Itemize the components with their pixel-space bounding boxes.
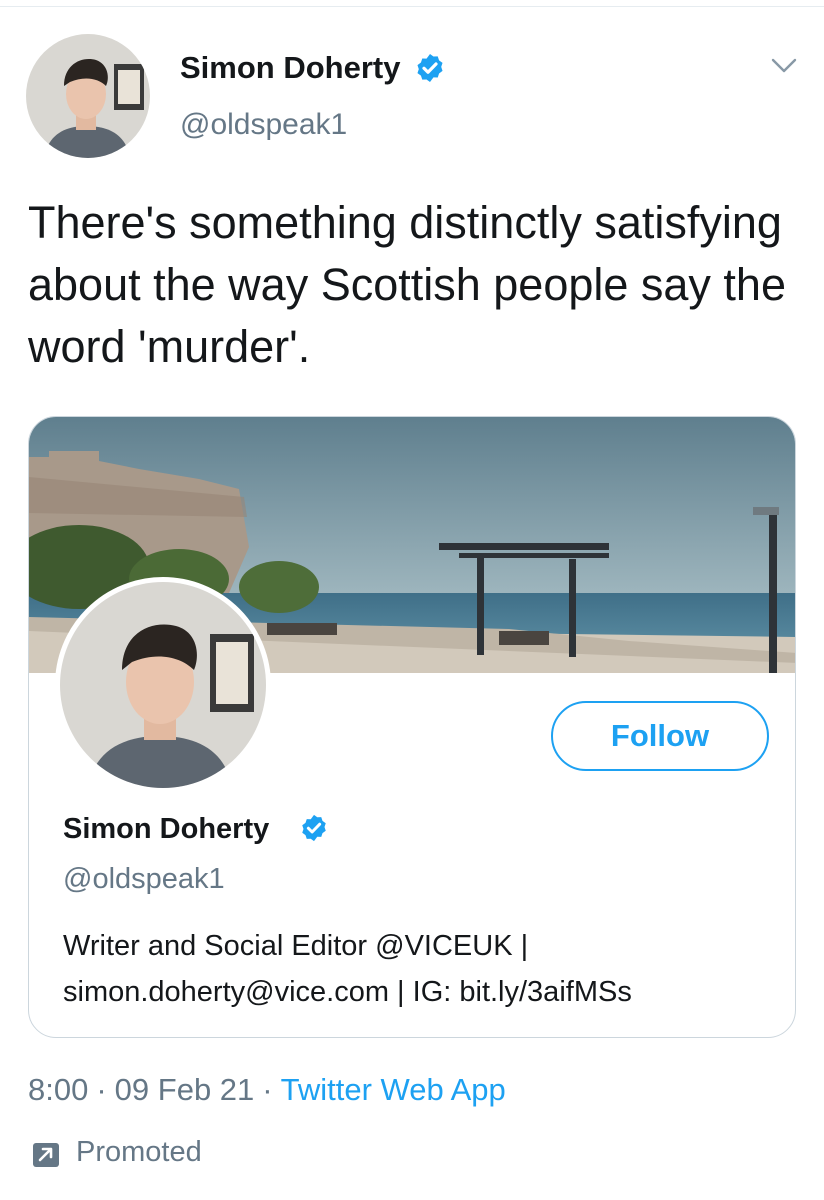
profile-card-name[interactable]: Simon Doherty	[63, 813, 269, 846]
promoted-label: Promoted	[76, 1136, 202, 1168]
author-avatar[interactable]	[26, 34, 150, 158]
verified-badge-icon	[302, 814, 326, 842]
verified-badge-icon	[417, 54, 443, 82]
promoted-arrow-icon	[33, 1143, 59, 1167]
tweet-meta: 8:00 · 09 Feb 21 · Twitter Web App	[28, 1072, 506, 1108]
author-handle[interactable]: @oldspeak1	[180, 108, 347, 142]
profile-card-handle[interactable]: @oldspeak1	[63, 863, 225, 896]
tweet-source[interactable]: Twitter Web App	[281, 1072, 506, 1107]
separator: ·	[262, 1072, 273, 1107]
profile-card-bio: Writer and Social Editor @VICEUK | simon…	[63, 923, 763, 1015]
tweet-text: There's something distinctly satisfying …	[28, 197, 786, 372]
tweet-date[interactable]: 09 Feb 21	[115, 1072, 255, 1107]
separator: ·	[96, 1072, 107, 1107]
chevron-down-icon[interactable]	[770, 56, 798, 76]
bio-line: Writer and Social Editor @VICEUK |	[63, 930, 529, 962]
top-divider	[0, 0, 824, 7]
tweet-time[interactable]: 8:00	[28, 1072, 88, 1107]
profile-card-avatar[interactable]	[55, 577, 271, 793]
follow-button[interactable]: Follow	[551, 701, 769, 771]
profile-card[interactable]: Follow Simon Doherty @oldspeak1 Writer a…	[28, 416, 796, 1038]
author-name[interactable]: Simon Doherty	[180, 50, 400, 86]
bio-line: simon.doherty@vice.com | IG: bit.ly/3aif…	[63, 976, 632, 1008]
